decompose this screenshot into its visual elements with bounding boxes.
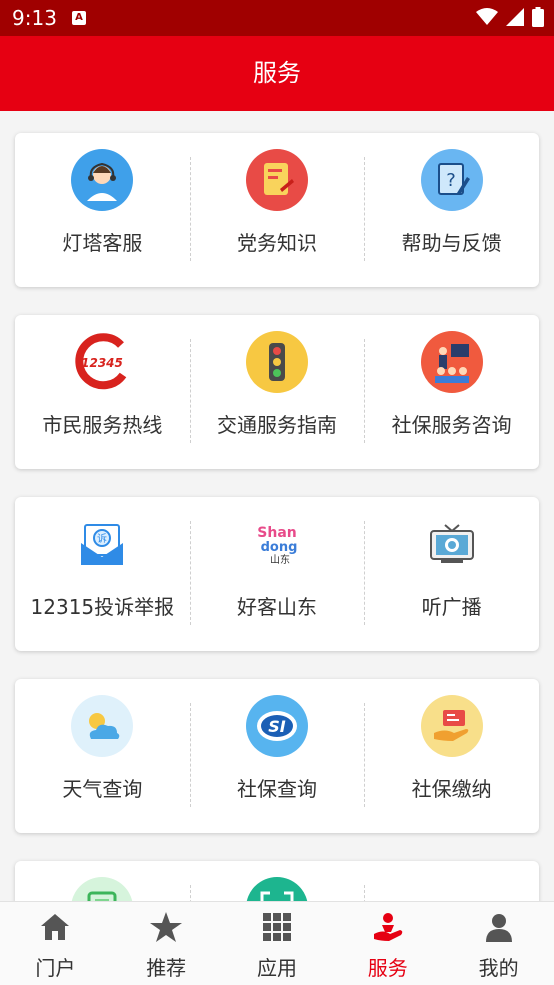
weather-icon (71, 695, 134, 757)
consultation-icon (420, 331, 483, 393)
customer-service-icon (71, 149, 134, 211)
help-feedback-icon: ? (420, 149, 483, 211)
service-label: 好客山东 (237, 595, 317, 619)
tab-label: 应用 (256, 956, 297, 980)
star-icon (149, 910, 183, 944)
tab-recommend[interactable]: 推荐 (111, 902, 222, 985)
scan-teal-icon (246, 877, 308, 901)
traffic-light-icon (246, 331, 308, 393)
page-title: 服务 (253, 59, 301, 87)
service-card: 12345 市民服务热线 交通服务指南 社保服务咨询 (15, 315, 539, 469)
service-item-lighthouse-support[interactable]: 灯塔客服 (15, 133, 190, 287)
service-label: 帮助与反馈 (401, 231, 502, 255)
tab-label: 我的 (478, 956, 519, 980)
service-card: 天气查询 SI 社保查询 社保缴纳 (15, 679, 539, 833)
tab-label: 服务 (367, 956, 408, 980)
svg-text:Shan: Shan (257, 525, 296, 541)
complaint-glyph: 诉 (97, 532, 107, 545)
service-item-party-knowledge[interactable]: 党务知识 (189, 133, 365, 287)
service-label: 市民服务热线 (42, 413, 163, 437)
battery-icon (532, 7, 544, 27)
status-time: 9:13 (12, 6, 57, 30)
tab-apps[interactable]: 应用 (222, 902, 333, 985)
service-item-hospitable-shandong[interactable]: Shan dong 山东 好客山东 (189, 497, 365, 651)
service-label: 12315投诉举报 (30, 595, 175, 619)
service-item-empty (364, 861, 539, 901)
hotline-number: 12345 (81, 356, 123, 370)
signal-icon (506, 8, 524, 26)
service-label: 天气查询 (62, 777, 143, 801)
grid-icon (260, 910, 294, 944)
service-label: 党务知识 (237, 231, 317, 255)
service-card: 诉 12315投诉举报 Shan dong 山东 好客山东 听广播 (15, 497, 539, 651)
tab-service[interactable]: 服务 (332, 902, 443, 985)
tab-portal[interactable]: 门户 (0, 902, 111, 985)
service-item-traffic-guide[interactable]: 交通服务指南 (189, 315, 365, 469)
svg-text:?: ? (446, 170, 456, 191)
party-knowledge-icon (246, 149, 308, 211)
service-label: 社保查询 (237, 777, 317, 801)
service-item-social-consult[interactable]: 社保服务咨询 (364, 315, 539, 469)
status-icons (476, 7, 544, 27)
service-card (15, 861, 539, 901)
social-security-icon: SI (246, 695, 308, 757)
service-label: 灯塔客服 (62, 231, 143, 255)
complaint-mail-icon: 诉 (71, 513, 133, 575)
service-label: 社保缴纳 (411, 777, 492, 801)
service-label: 听广播 (421, 595, 482, 619)
tab-label: 推荐 (146, 956, 187, 980)
service-hand-icon (371, 910, 405, 944)
service-label: 交通服务指南 (217, 413, 337, 437)
service-item-12315-complaint[interactable]: 诉 12315投诉举报 (15, 497, 190, 651)
radio-tv-icon (421, 513, 483, 575)
service-label: 社保服务咨询 (391, 413, 512, 437)
notification-badge: A (72, 11, 86, 25)
service-item-scan-green[interactable] (15, 861, 190, 901)
service-item-scan-teal[interactable] (189, 861, 365, 901)
service-item-help-feedback[interactable]: ? 帮助与反馈 (364, 133, 539, 287)
tab-label: 门户 (35, 956, 76, 980)
service-item-weather[interactable]: 天气查询 (15, 679, 190, 833)
svg-text:dong: dong (261, 540, 298, 555)
wifi-icon (476, 8, 498, 25)
service-card: 灯塔客服 党务知识 ? 帮助与反馈 (15, 133, 539, 287)
payment-hand-icon (420, 695, 483, 757)
app-bar: 服务 (0, 36, 554, 111)
service-grid[interactable]: 灯塔客服 党务知识 ? 帮助与反馈 12345 市民服务热线 交通服务指南 社保… (0, 111, 554, 901)
hotline-12345-icon: 12345 (71, 331, 133, 393)
social-security-glyph: SI (268, 717, 286, 736)
shandong-logo-icon: Shan dong 山东 (246, 513, 308, 575)
tab-mine[interactable]: 我的 (443, 902, 554, 985)
svg-text:山东: 山东 (270, 553, 290, 566)
service-item-social-payment[interactable]: 社保缴纳 (364, 679, 539, 833)
status-bar: 9:13 A (0, 0, 554, 36)
home-icon (38, 910, 72, 944)
service-item-social-query[interactable]: SI 社保查询 (189, 679, 365, 833)
profile-icon (482, 910, 516, 944)
scan-green-icon (71, 877, 133, 901)
service-item-citizen-hotline[interactable]: 12345 市民服务热线 (15, 315, 190, 469)
bottom-tab-bar: 门户 推荐 应用 服务 我的 (0, 901, 554, 985)
service-item-radio[interactable]: 听广播 (364, 497, 539, 651)
